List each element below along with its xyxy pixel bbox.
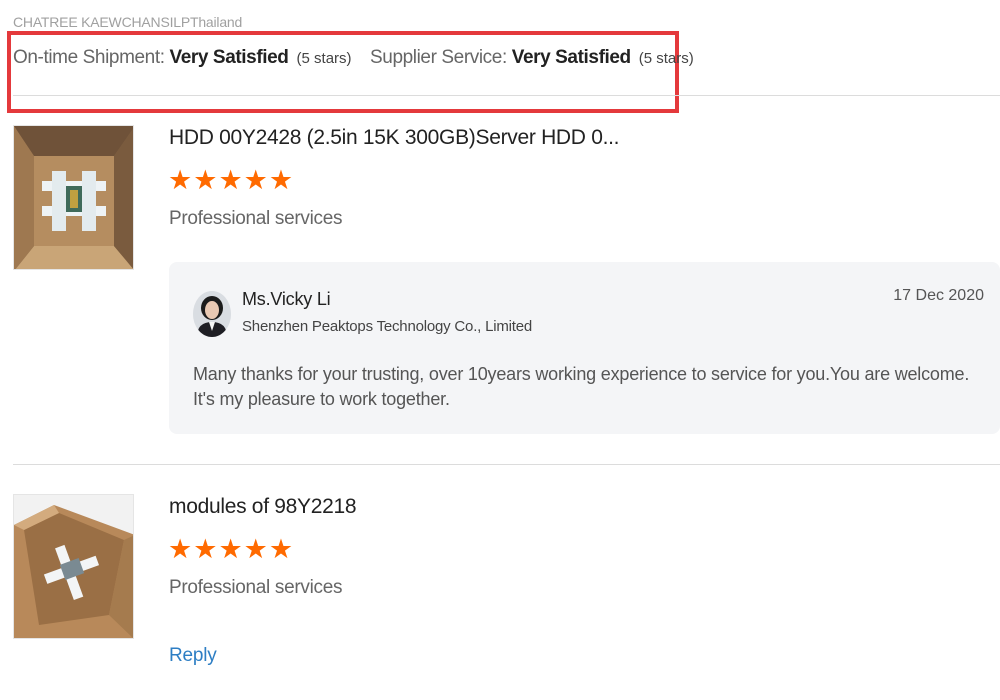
star-icon: ★ bbox=[243, 534, 268, 565]
open-box-with-hdd-image bbox=[14, 126, 133, 269]
open-box-with-module-image bbox=[14, 495, 133, 638]
reply-message-line: Many thanks for your trusting, over 10ye… bbox=[193, 364, 970, 384]
star-icon: ★ bbox=[268, 534, 294, 565]
reply-link[interactable]: Reply bbox=[169, 645, 217, 667]
supplier-reply-card: Ms.Vicky Li Shenzhen Peaktops Technology… bbox=[169, 262, 1000, 434]
divider bbox=[13, 95, 1000, 96]
feedback-text: Professional services bbox=[169, 208, 343, 229]
star-icon: ★ bbox=[193, 165, 218, 196]
on-time-shipment-value: Very Satisfied bbox=[169, 47, 289, 68]
product-thumbnail[interactable] bbox=[13, 125, 134, 270]
feedback-text: Professional services bbox=[169, 577, 343, 598]
supplier-service-stars-note: (5 stars) bbox=[638, 50, 694, 67]
star-rating: ★ ★ ★ ★ ★ bbox=[168, 536, 293, 563]
on-time-shipment-label: On-time Shipment: bbox=[13, 47, 165, 68]
supplier-service-label: Supplier Service: bbox=[370, 47, 507, 68]
supplier-service-rating: Supplier Service: Very Satisfied (5 stars… bbox=[370, 47, 694, 69]
replier-name: Ms.Vicky Li bbox=[242, 289, 331, 309]
highlight-box bbox=[7, 31, 679, 113]
product-title[interactable]: modules of 98Y2218 bbox=[169, 495, 357, 519]
reply-date: 17 Dec 2020 bbox=[893, 287, 984, 304]
star-icon: ★ bbox=[218, 534, 243, 565]
divider bbox=[13, 464, 1000, 465]
star-icon: ★ bbox=[168, 165, 193, 196]
supplier-service-value: Very Satisfied bbox=[511, 47, 631, 68]
star-icon: ★ bbox=[168, 534, 193, 565]
reply-message-line: It's my pleasure to work together. bbox=[193, 389, 450, 409]
reply-message: Many thanks for your trusting, over 10ye… bbox=[193, 362, 983, 412]
on-time-shipment-stars-note: (5 stars) bbox=[296, 50, 352, 67]
on-time-shipment-rating: On-time Shipment: Very Satisfied (5 stars… bbox=[13, 47, 352, 69]
star-icon: ★ bbox=[193, 534, 218, 565]
star-rating: ★ ★ ★ ★ ★ bbox=[168, 167, 293, 194]
star-icon: ★ bbox=[268, 165, 294, 196]
star-icon: ★ bbox=[243, 165, 268, 196]
star-icon: ★ bbox=[218, 165, 243, 196]
replier-company: Shenzhen Peaktops Technology Co., Limite… bbox=[242, 318, 533, 335]
reviewer-name-country: CHATREE KAEWCHANSILPThailand bbox=[13, 14, 243, 30]
product-title[interactable]: HDD 00Y2428 (2.5in 15K 300GB)Server HDD … bbox=[169, 126, 619, 150]
avatar-image bbox=[193, 291, 231, 337]
avatar bbox=[193, 291, 231, 337]
product-thumbnail[interactable] bbox=[13, 494, 134, 639]
